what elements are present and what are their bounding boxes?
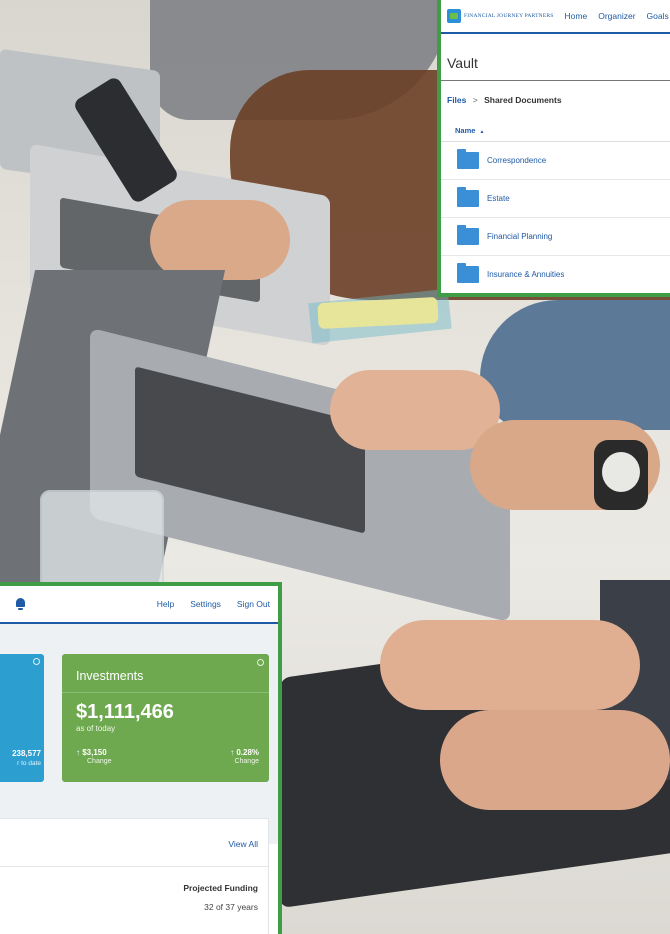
vault-screenshot-card: FINANCIAL JOURNEY PARTNERS Home Organize… [437,0,670,297]
change-percent-label: Change [234,758,259,765]
investments-as-of: as of today [76,724,116,733]
name-header-label: Name [455,126,476,135]
nav-home[interactable]: Home [565,11,588,21]
folder-row[interactable]: Financial Planning [441,218,670,256]
photo-hand [440,710,670,810]
settings-link[interactable]: Settings [190,599,221,609]
divider [0,866,268,867]
investments-title: Investments [76,669,144,683]
folder-row[interactable]: Estate [441,180,670,218]
photo-watch-face [602,452,640,492]
photo-hand [150,200,290,280]
view-all-link[interactable]: View All [228,839,258,849]
folder-name[interactable]: Insurance & Annuities [487,270,564,279]
folder-row[interactable]: Insurance & Annuities [441,256,670,293]
tile-sub-label: r to date [17,760,41,767]
investments-tile[interactable]: Investments $1,111,466 as of today ↑ $3,… [62,654,269,782]
top-nav: Help Settings Sign Out [0,586,278,624]
dashboard-screenshot-card: Help Settings Sign Out 238,577 r to date… [0,582,282,934]
folder-name[interactable]: Financial Planning [487,232,552,241]
brand-logo[interactable]: FINANCIAL JOURNEY PARTNERS [447,9,554,23]
projected-funding-title: Projected Funding [183,883,258,893]
goals-panel: View All Projected Funding 32 of 37 year… [0,818,269,934]
breadcrumb: Files > Shared Documents [441,81,670,105]
breadcrumb-separator: > [472,95,478,105]
help-link[interactable]: Help [157,599,174,609]
folder-icon [457,263,479,283]
bell-icon[interactable] [16,598,25,610]
gear-icon[interactable] [257,659,264,666]
folder-name[interactable]: Estate [487,194,510,203]
sign-out-link[interactable]: Sign Out [237,599,270,609]
breadcrumb-current: Shared Documents [484,95,562,105]
investments-amount: $1,111,466 [76,701,174,723]
folder-icon [457,225,479,245]
gear-icon[interactable] [33,658,40,665]
logo-icon [447,9,461,23]
change-amount-label: Change [87,758,112,765]
sort-ascending-icon: ▲ [479,129,485,135]
tile-value: 238,577 [12,749,41,758]
photo-hand [380,620,640,710]
nav-organizer[interactable]: Organizer [598,11,635,21]
photo-hand [330,370,500,450]
summary-tile-blue[interactable]: 238,577 r to date [0,654,44,782]
folder-icon [457,187,479,207]
logo-text: FINANCIAL JOURNEY PARTNERS [464,13,554,19]
name-column-header[interactable]: Name ▲ [441,105,670,142]
top-nav: FINANCIAL JOURNEY PARTNERS Home Organize… [441,0,670,34]
folder-icon [457,149,479,169]
change-percent: ↑ 0.28% [230,748,259,757]
nav-goals[interactable]: Goals [647,11,669,21]
projected-funding-value: 32 of 37 years [204,902,258,912]
folder-name[interactable]: Correspondence [487,156,546,165]
folder-row[interactable]: Correspondence [441,142,670,180]
divider [62,692,269,693]
utility-links: Help Settings Sign Out [157,599,270,609]
page-title: Vault [441,34,670,81]
breadcrumb-files[interactable]: Files [447,95,466,105]
change-amount: ↑ $3,150 [76,748,107,757]
photo-person-blue-shirt [480,300,670,430]
